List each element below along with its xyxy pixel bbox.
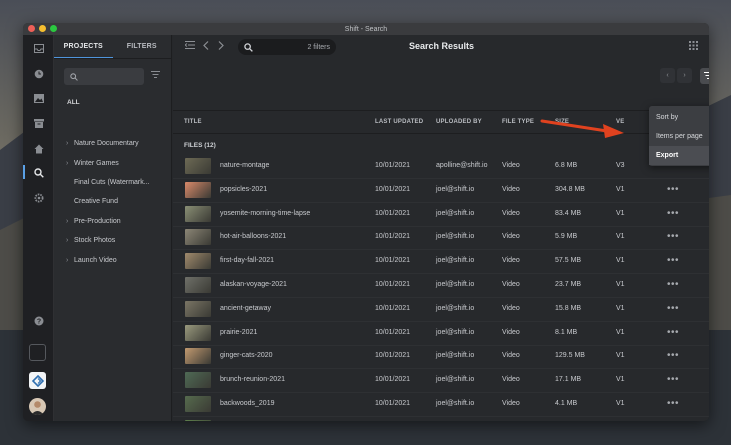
annotation-arrow — [540, 119, 624, 138]
